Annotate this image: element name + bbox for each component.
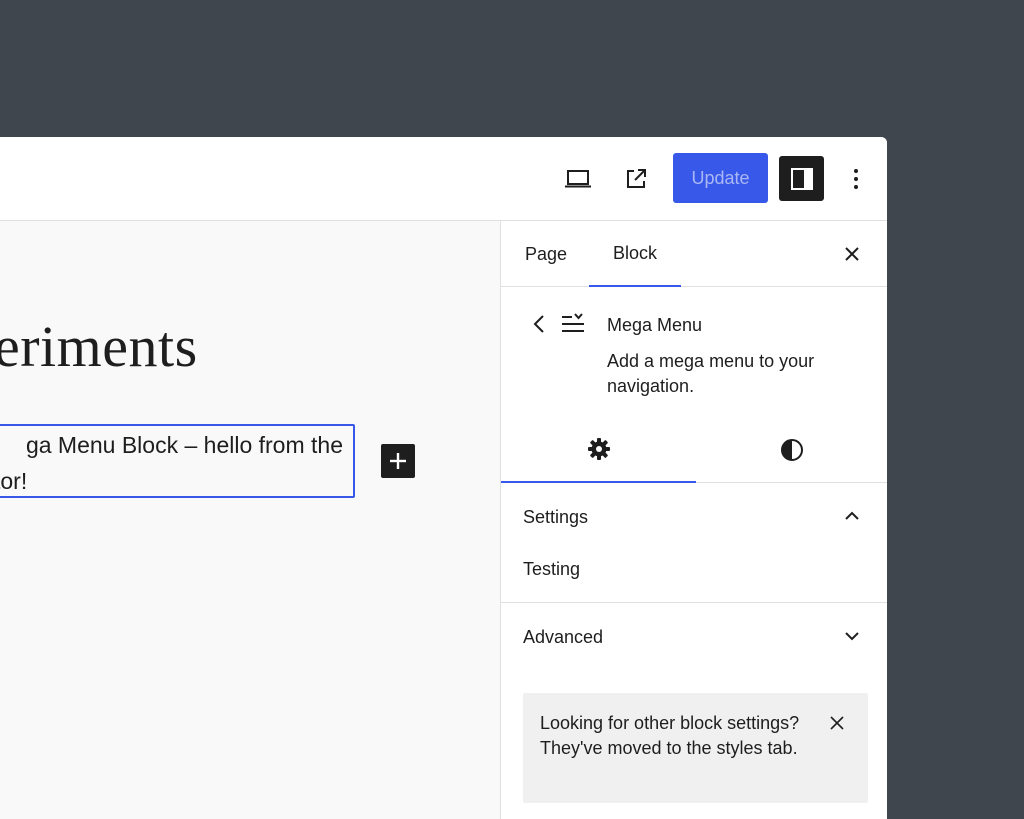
dismiss-notice-button[interactable] [825, 711, 849, 735]
add-block-button[interactable] [381, 444, 415, 478]
more-vertical-icon [854, 169, 858, 189]
advanced-panel-title[interactable]: Advanced [523, 627, 603, 648]
view-page-button[interactable] [618, 161, 654, 197]
settings-sidebar-toggle[interactable] [779, 156, 824, 201]
tab-settings[interactable] [501, 417, 696, 483]
tab-page[interactable]: Page [523, 221, 569, 287]
preview-button[interactable] [560, 161, 596, 197]
settings-panel-content: Testing [523, 559, 581, 579]
close-icon [845, 247, 859, 261]
block-title: Mega Menu [607, 315, 703, 335]
block-description: Add a mega menu to your navigation. [607, 351, 815, 396]
tab-styles[interactable] [696, 417, 887, 483]
plus-icon [390, 453, 406, 469]
settings-panel-toggle[interactable] [841, 505, 863, 527]
tab-block[interactable]: Block [589, 221, 681, 287]
block-text-line-1: ga Menu Block – hello from the [25, 432, 343, 458]
block-inspector-tabs [501, 417, 887, 483]
chevron-up-icon [845, 511, 859, 520]
mega-menu-block[interactable]: ga Menu Block – hello from the tor! [0, 424, 355, 498]
editor-window: Update eriments ga Menu Block – hello fr… [0, 137, 887, 819]
chevron-left-icon [533, 315, 544, 333]
editor-canvas: eriments ga Menu Block – hello from the … [0, 221, 500, 819]
update-button[interactable]: Update [673, 153, 768, 203]
settings-panel: Settings Testing [501, 483, 887, 603]
external-link-icon [627, 169, 646, 188]
options-button[interactable] [840, 161, 872, 197]
close-sidebar-button[interactable] [837, 239, 867, 269]
block-text-line-2: tor! [0, 468, 28, 494]
settings-sidebar: Page Block Mega Menu Add a mega menu to … [500, 221, 887, 819]
page-title[interactable]: eriments [0, 313, 198, 380]
advanced-panel: Advanced [501, 603, 887, 673]
block-card: Mega Menu Add a mega menu to your naviga… [501, 287, 887, 417]
close-icon [830, 716, 844, 730]
sidebar-panel-icon [790, 167, 813, 190]
styles-moved-notice: Looking for other block settings? They'v… [523, 693, 868, 803]
settings-panel-title[interactable]: Settings [523, 507, 588, 528]
editor-header: Update [0, 137, 887, 221]
laptop-icon [565, 170, 591, 188]
gear-icon [587, 438, 610, 460]
back-button[interactable] [529, 313, 549, 335]
notice-text: Looking for other block settings? They'v… [540, 713, 800, 758]
chevron-down-icon [845, 632, 859, 641]
sidebar-tabs: Page Block [501, 221, 887, 287]
contrast-icon [781, 439, 803, 461]
advanced-panel-toggle[interactable] [841, 625, 863, 647]
menu-list-icon [562, 313, 584, 332]
